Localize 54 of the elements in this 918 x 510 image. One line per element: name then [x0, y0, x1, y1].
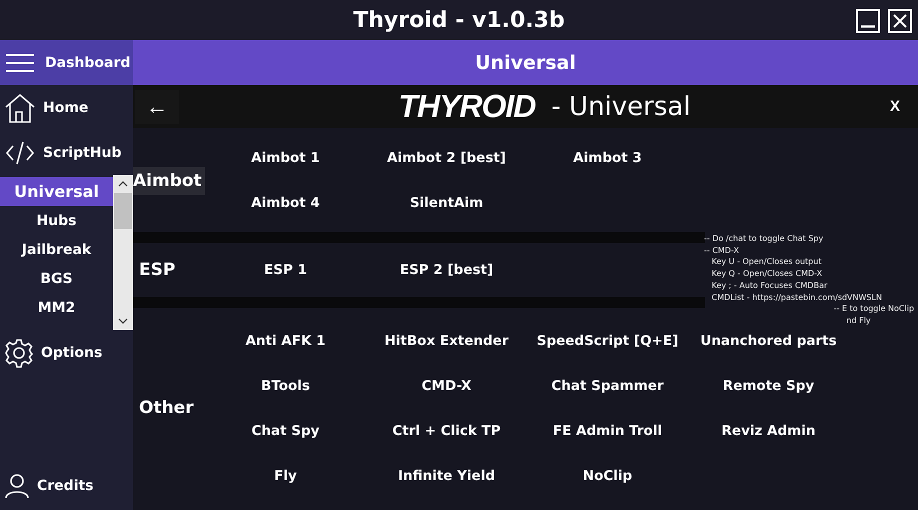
- script-button[interactable]: Ctrl + Click TP: [366, 420, 527, 440]
- list-item[interactable]: BGS: [0, 264, 113, 293]
- nav-item[interactable]: Options: [41, 344, 102, 360]
- script-button[interactable]: Remote Spy: [688, 376, 849, 396]
- section-label: Aimbot: [133, 167, 205, 195]
- nav-item[interactable]: Home: [43, 100, 88, 116]
- script-button[interactable]: CMD-X: [366, 376, 527, 396]
- script-button[interactable]: Reviz Admin: [688, 420, 849, 440]
- logo: THYROID: [398, 88, 536, 125]
- minimize-button[interactable]: [856, 9, 880, 33]
- script-button[interactable]: Aimbot 2 [best]: [366, 148, 527, 168]
- home-icon: [4, 92, 36, 124]
- back-button[interactable]: ←: [135, 90, 179, 124]
- script-button[interactable]: ESP 1: [205, 260, 366, 280]
- list-item[interactable]: Jailbreak: [0, 235, 113, 264]
- list-item[interactable]: MM2: [0, 293, 113, 322]
- dashboard-label[interactable]: Dashboard: [45, 54, 130, 70]
- window-title: Thyroid - v1.0.3b: [353, 8, 565, 32]
- nav-item[interactable]: ScriptHub: [43, 144, 122, 160]
- list-item[interactable]: Hubs: [0, 206, 113, 235]
- script-button[interactable]: Chat Spammer: [527, 376, 688, 396]
- list-item[interactable]: Universal: [0, 177, 113, 206]
- script-button[interactable]: HitBox Extender: [366, 330, 527, 350]
- script-button[interactable]: SilentAim: [366, 192, 527, 212]
- script-button[interactable]: Aimbot 3: [527, 148, 688, 168]
- script-button[interactable]: Infinite Yield: [366, 466, 527, 486]
- section-label: ESP: [138, 259, 176, 282]
- script-button[interactable]: FE Admin Troll: [527, 420, 688, 440]
- scrollbar[interactable]: [113, 175, 133, 330]
- close-button[interactable]: X: [890, 98, 900, 115]
- up-caret-icon: [118, 181, 128, 187]
- script-button[interactable]: Aimbot 1: [205, 148, 366, 168]
- script-button[interactable]: Unanchored parts: [688, 330, 849, 350]
- notes-text: -- Do /chat to toggle Chat Spy -- CMD-X Key U - Open/Closes output Key Q - Open/Closes CMD-X Key ; - Auto Focuses CMDBar CMDList - https://pastebin.com/sdVNWSLN -- E to toggle NoClip nd Fly: [704, 233, 914, 327]
- minimize-icon: [861, 25, 875, 28]
- script-button[interactable]: Aimbot 4: [205, 192, 366, 212]
- header-title: Universal: [475, 52, 576, 74]
- script-button[interactable]: SpeedScript [Q+E]: [527, 330, 688, 350]
- panel-title: - Universal: [551, 92, 691, 122]
- user-icon: [4, 473, 30, 499]
- script-button[interactable]: Chat Spy: [205, 420, 366, 440]
- script-button[interactable]: Anti AFK 1: [205, 330, 366, 350]
- script-button[interactable]: ESP 2 [best]: [366, 260, 527, 280]
- menu-icon: [5, 52, 35, 74]
- close-button[interactable]: [888, 9, 912, 33]
- script-button[interactable]: Fly: [205, 466, 366, 486]
- script-button[interactable]: NoClip: [527, 466, 688, 486]
- close-icon: [891, 12, 909, 30]
- settings-icon: [4, 338, 34, 368]
- nav-item[interactable]: Credits: [37, 478, 94, 494]
- script-button[interactable]: BTools: [205, 376, 366, 396]
- down-caret-icon: [118, 318, 128, 324]
- section-label: Other: [138, 397, 195, 420]
- scroll-thumb[interactable]: [114, 193, 132, 229]
